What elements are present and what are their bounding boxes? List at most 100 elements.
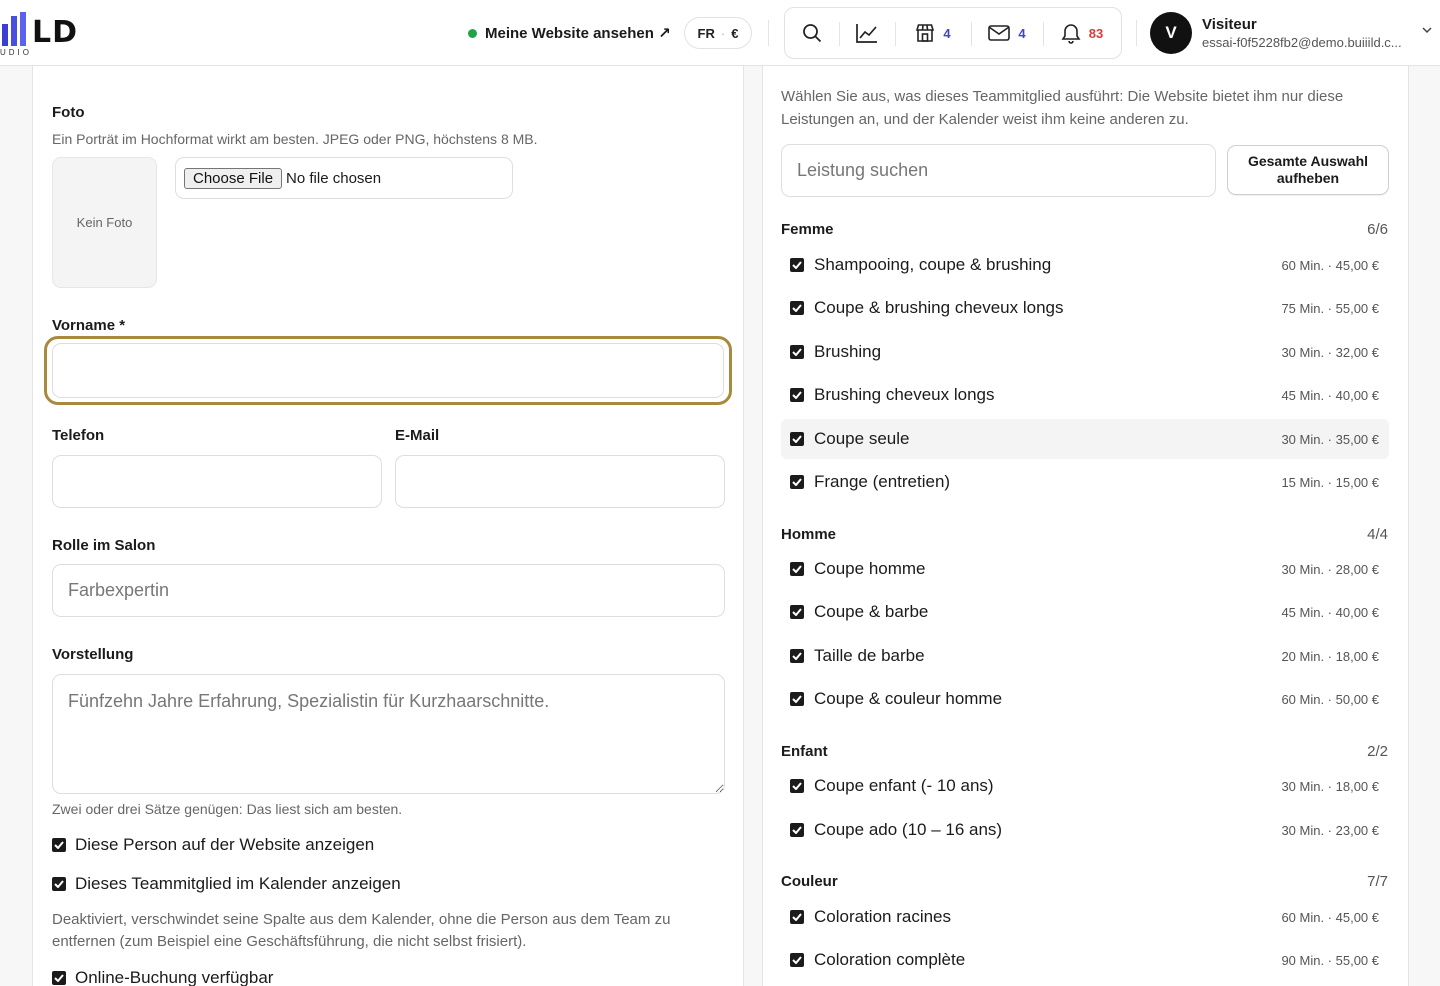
intro-hint: Zwei oder drei Sätze genügen: Das liest … (52, 801, 403, 817)
mail-icon (988, 25, 1011, 41)
user-menu[interactable]: V Visiteur essai-f0f5228fb2@demo.buiiild… (1150, 12, 1414, 54)
service-search-input[interactable] (781, 144, 1216, 197)
service-duration-price: 30 Min. · 18,00 € (1281, 778, 1379, 794)
check-icon (54, 841, 64, 849)
photo-file-input[interactable]: Choose File No file chosen (175, 157, 513, 199)
service-name: Coupe ado (10 – 16 ans) (814, 820, 1003, 839)
service-item[interactable]: Taille de barbe 20 Min. · 18,00 € (781, 636, 1389, 676)
service-checkbox[interactable] (790, 649, 804, 663)
user-email: essai-f0f5228fb2@demo.buiiild.c... (1202, 35, 1402, 50)
show-on-website-label: Diese Person auf der Website anzeigen (75, 835, 375, 854)
language-currency-switcher[interactable]: FR · € (684, 17, 752, 49)
phone-input[interactable] (52, 455, 382, 508)
search-icon (803, 24, 822, 43)
service-item[interactable]: Shampooing, coupe & brushing 60 Min. · 45… (781, 245, 1389, 285)
service-checkbox[interactable] (790, 605, 804, 619)
notifications-badge: 83 (1088, 25, 1104, 41)
check-icon (792, 956, 802, 964)
service-checkbox[interactable] (790, 953, 804, 967)
service-checkbox[interactable] (790, 258, 804, 272)
online-booking-option[interactable]: Online-Buchung verfügbar (52, 968, 273, 986)
role-input[interactable] (52, 564, 725, 617)
store-icon (916, 24, 935, 42)
service-name: Coupe & barbe (814, 602, 929, 621)
services-panel: Wählen Sie aus, was dieses Teammitglied … (762, 66, 1409, 986)
check-icon (792, 478, 802, 486)
search-button[interactable] (785, 8, 839, 58)
firstname-label: Vorname * (52, 317, 126, 334)
show-in-calendar-option[interactable]: Dieses Teammitglied im Kalender anzeigen (52, 874, 401, 894)
show-on-website-checkbox[interactable] (52, 838, 66, 852)
view-website-label: Meine Website ansehen ↗ (485, 25, 671, 42)
service-duration-price: 60 Min. · 45,00 € (1281, 909, 1379, 925)
header-icon-bar: 4 4 83 (784, 7, 1122, 59)
service-name: Coupe & couleur homme (814, 689, 1003, 708)
separator-dot: · (720, 25, 726, 41)
service-checkbox[interactable] (790, 692, 804, 706)
service-duration-price: 45 Min. · 40,00 € (1281, 604, 1379, 620)
service-item[interactable]: Coupe enfant (- 10 ans) 30 Min. · 18,00 € (781, 766, 1389, 806)
service-item[interactable]: Coloration complète 90 Min. · 55,00 € (781, 940, 1389, 980)
service-checkbox[interactable] (790, 779, 804, 793)
statistics-button[interactable] (839, 8, 895, 58)
service-checkbox[interactable] (790, 562, 804, 576)
service-duration-price: 45 Min. · 40,00 € (1281, 387, 1379, 403)
service-item[interactable]: Coupe & barbe 45 Min. · 40,00 € (781, 592, 1389, 632)
messages-button[interactable]: 4 (971, 8, 1043, 58)
service-name: Coloration complète (814, 950, 966, 969)
service-checkbox[interactable] (790, 432, 804, 446)
clear-selection-button[interactable]: Gesamte Auswahl aufheben (1227, 145, 1389, 195)
group-title-couleur: Couleur (781, 873, 838, 890)
service-duration-price: 30 Min. · 35,00 € (1281, 431, 1379, 447)
view-website-link[interactable]: Meine Website ansehen ↗ (468, 22, 671, 44)
service-item[interactable]: Coupe seule 30 Min. · 35,00 € (781, 419, 1389, 459)
service-item[interactable]: Coupe & couleur homme 60 Min. · 50,00 € (781, 679, 1389, 719)
online-booking-checkbox[interactable] (52, 971, 66, 985)
show-in-calendar-label: Dieses Teammitglied im Kalender anzeigen (75, 874, 401, 893)
service-item[interactable]: Coupe & brushing cheveux longs 75 Min. · … (781, 288, 1389, 328)
service-checkbox[interactable] (790, 475, 804, 489)
service-name: Frange (entretien) (814, 472, 951, 491)
service-item[interactable]: Brushing cheveux longs 45 Min. · 40,00 € (781, 375, 1389, 415)
file-status: No file chosen (286, 169, 382, 187)
service-item[interactable]: Brushing 30 Min. · 32,00 € (781, 332, 1389, 372)
show-on-website-option[interactable]: Diese Person auf der Website anzeigen (52, 835, 374, 855)
online-booking-label: Online-Buchung verfügbar (75, 968, 274, 986)
service-checkbox[interactable] (790, 388, 804, 402)
service-duration-price: 20 Min. · 18,00 € (1281, 648, 1379, 664)
currency-label: € (731, 25, 739, 41)
group-count-homme: 4/4 (1367, 526, 1388, 543)
service-name: Brushing (814, 342, 882, 361)
check-icon (792, 391, 802, 399)
firstname-input[interactable] (52, 343, 724, 398)
check-icon (792, 652, 802, 660)
service-checkbox[interactable] (790, 910, 804, 924)
online-status-dot (468, 28, 477, 38)
shop-button[interactable]: 4 (895, 8, 971, 58)
service-checkbox[interactable] (790, 823, 804, 837)
photo-hint: Ein Porträt im Hochformat wirkt am beste… (52, 131, 538, 147)
logo-text: LD (32, 15, 79, 50)
logo[interactable]: LD UDIO (0, 8, 100, 58)
service-item[interactable]: Coloration racines 60 Min. · 45,00 € (781, 897, 1389, 937)
check-icon (792, 782, 802, 790)
choose-file-button[interactable]: Choose File (184, 167, 283, 189)
service-name: Shampooing, coupe & brushing (814, 255, 1052, 274)
service-item[interactable]: Frange (entretien) 15 Min. · 15,00 € (781, 462, 1389, 502)
service-duration-price: 30 Min. · 28,00 € (1281, 561, 1379, 577)
email-input[interactable] (395, 455, 725, 508)
show-in-calendar-checkbox[interactable] (52, 877, 66, 891)
check-icon (792, 695, 802, 703)
check-icon (792, 435, 802, 443)
intro-label: Vorstellung (52, 646, 134, 663)
service-item[interactable]: Coupe homme 30 Min. · 28,00 € (781, 549, 1389, 589)
service-name: Coupe seule (814, 429, 910, 448)
chevron-down-icon[interactable] (1422, 26, 1432, 34)
service-name: Coupe enfant (- 10 ans) (814, 776, 994, 795)
service-checkbox[interactable] (790, 345, 804, 359)
intro-textarea[interactable] (52, 674, 725, 794)
service-item[interactable]: Coupe ado (10 – 16 ans) 30 Min. · 23,00 € (781, 810, 1389, 850)
notifications-button[interactable]: 83 (1043, 8, 1121, 58)
logo-subtext: UDIO (0, 48, 32, 57)
service-checkbox[interactable] (790, 301, 804, 315)
